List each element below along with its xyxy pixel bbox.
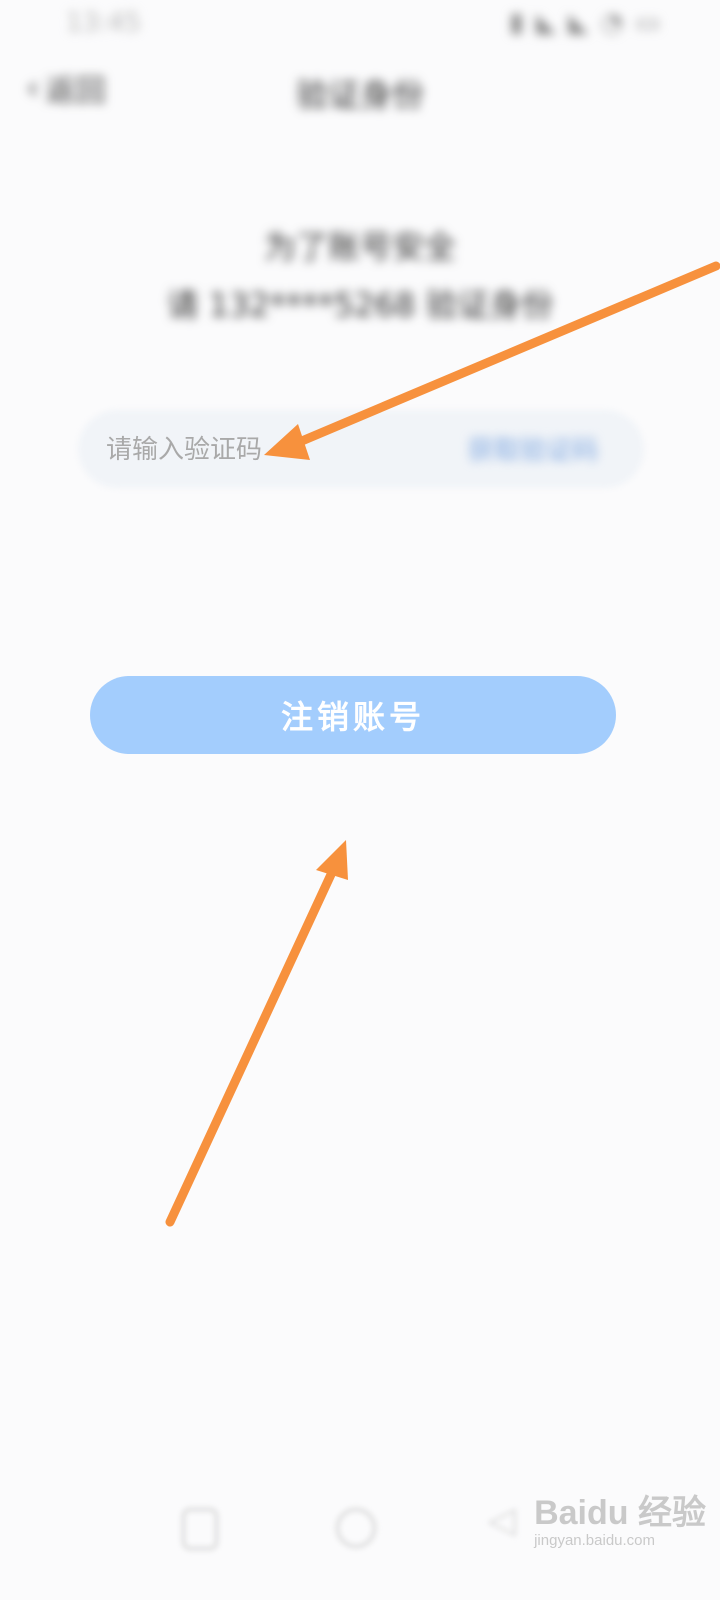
security-tip-line2: 请 132****5268 验证身份 [166, 286, 554, 324]
cancel-account-button[interactable]: 注销账号 [90, 676, 616, 754]
verification-code-input[interactable] [106, 428, 436, 472]
watermark-logo: Baidu 经验 [534, 1494, 706, 1532]
home-icon[interactable] [336, 1508, 376, 1548]
status-icons: ▮ ◣ ◣ ◔ ▭ [509, 8, 662, 38]
security-tip-line1: 为了账号安全 [263, 228, 456, 266]
page-title: 验证身份 [295, 76, 424, 114]
recent-apps-icon[interactable] [182, 1508, 218, 1550]
page: 13:45 ▮ ◣ ◣ ◔ ▭ ‹ 返回 验证身份 为了账号安全 请 132**… [0, 0, 720, 1600]
status-time: 13:45 [66, 8, 141, 38]
nav-back-icon[interactable]: ◁ [488, 1500, 528, 1541]
watermark: Baidu 经验 jingyan.baidu.com [534, 1494, 706, 1549]
arrow-to-cancel-button [165, 840, 348, 1227]
get-code-link[interactable]: 获取验证码 [468, 430, 598, 467]
watermark-url: jingyan.baidu.com [534, 1532, 656, 1549]
